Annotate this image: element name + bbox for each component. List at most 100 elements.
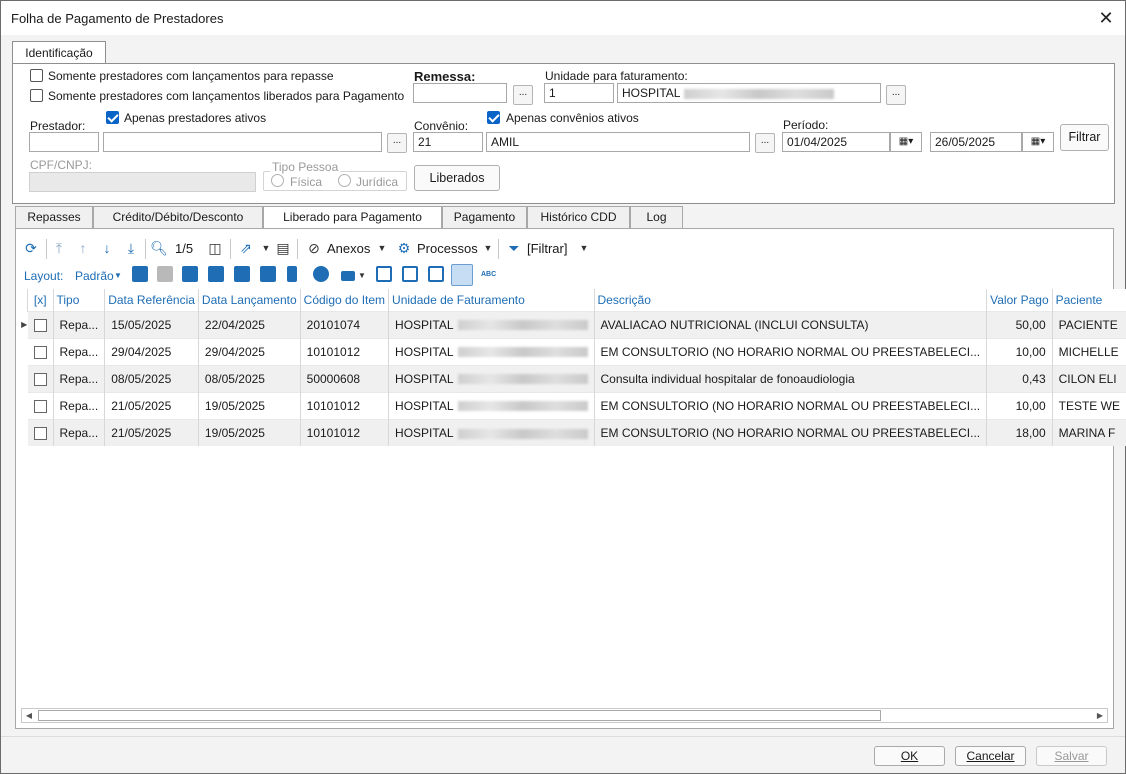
col-tipo[interactable]: Tipo (53, 289, 106, 311)
tab-log[interactable]: Log (630, 206, 683, 229)
prestador-code-input[interactable] (29, 132, 99, 152)
col-valor-pago[interactable]: Valor Pago (986, 289, 1053, 311)
table-row[interactable]: Repa... 29/04/2025 29/04/2025 10101012 H… (21, 337, 1126, 365)
table-row[interactable]: ▶ Repa... 15/05/2025 22/04/2025 20101074… (21, 310, 1126, 338)
chevron-down-icon[interactable]: ▼ (114, 271, 122, 280)
row-checkbox-cell[interactable] (27, 391, 54, 419)
row-checkbox-cell[interactable] (27, 337, 54, 365)
previous-icon[interactable]: ↑ (74, 237, 92, 259)
table-row[interactable]: Repa... 21/05/2025 19/05/2025 10101012 H… (21, 391, 1126, 419)
row-middle-icon[interactable] (402, 266, 418, 282)
scroll-thumb[interactable] (38, 710, 881, 721)
close-icon[interactable]: ✕ (1095, 7, 1117, 29)
row-checkbox-cell[interactable] (27, 310, 54, 338)
periodo-inicio-input[interactable]: 01/04/2025 (782, 132, 890, 152)
filtrar-button[interactable]: Filtrar (1060, 124, 1109, 151)
convenio-name-input[interactable]: AMIL (486, 132, 750, 152)
export-icon[interactable]: ⇗ (237, 237, 255, 259)
chevron-down-icon[interactable]: ▼ (257, 237, 275, 259)
col-paciente[interactable]: Paciente (1052, 289, 1126, 311)
document-icon[interactable]: ▤ (274, 237, 292, 259)
chevron-down-icon[interactable]: ▼ (479, 237, 497, 259)
row-bottom-icon[interactable] (376, 266, 392, 282)
first-icon[interactable]: ⤒ (50, 237, 68, 259)
checkbox-apenas-convenios[interactable] (487, 111, 500, 124)
move-down-icon[interactable] (234, 266, 250, 282)
refresh-icon[interactable]: ⟳ (22, 237, 40, 259)
row-top-icon[interactable] (428, 266, 444, 282)
col-data-lancamento[interactable]: Data Lançamento (198, 289, 301, 311)
col-select[interactable]: [x] (27, 289, 54, 311)
layout-select[interactable]: Padrão (75, 269, 114, 283)
row-checkbox[interactable] (33, 426, 47, 440)
checkbox-somente-liberados[interactable] (30, 89, 43, 102)
ok-button[interactable]: OK (874, 746, 945, 766)
prestador-lookup-button[interactable]: ... (387, 133, 407, 153)
unidade-name-input[interactable]: HOSPITAL (617, 83, 881, 103)
add-row-icon[interactable] (132, 266, 148, 282)
col-unidade-faturamento[interactable]: Unidade de Faturamento (388, 289, 595, 311)
liberados-button[interactable]: Liberados (414, 165, 500, 191)
row-checkbox[interactable] (33, 318, 47, 332)
convenio-code-input[interactable]: 21 (413, 132, 483, 152)
last-icon[interactable]: ⤓ (122, 237, 140, 259)
col-descricao[interactable]: Descrição (594, 289, 988, 311)
search-icon[interactable]: 🔍︎ (150, 237, 168, 259)
columns-icon[interactable]: ◫ (206, 237, 224, 259)
unidade-lookup-button[interactable]: ... (886, 85, 906, 105)
convenio-lookup-button[interactable]: ... (755, 133, 775, 153)
next-icon[interactable]: ↓ (98, 237, 116, 259)
filter-icon[interactable]: ⏷ (505, 237, 523, 259)
checkbox-apenas-prestadores[interactable] (106, 111, 119, 124)
calendar-dropdown-icon[interactable]: ▦▾ (1022, 132, 1054, 152)
row-checkbox-cell[interactable] (27, 364, 54, 392)
horizontal-scrollbar[interactable]: ◀ ▶ (21, 708, 1108, 723)
gear-icon[interactable]: ⚙ (395, 237, 413, 259)
cpf-input[interactable] (29, 172, 256, 192)
tab-pagamento[interactable]: Pagamento (442, 206, 527, 229)
abc-icon[interactable]: ABC (481, 271, 496, 278)
unidade-code-input[interactable]: 1 (544, 83, 614, 103)
chart-icon[interactable] (341, 271, 355, 281)
cell-data-referencia: 08/05/2025 (104, 364, 199, 392)
anexos-menu[interactable]: Anexos (327, 241, 370, 256)
col-data-referencia[interactable]: Data Referência (104, 289, 199, 311)
pin-down-icon[interactable] (287, 266, 297, 282)
row-striped-icon[interactable] (451, 264, 473, 286)
row-checkbox[interactable] (33, 399, 47, 413)
tab-liberado-pagamento[interactable]: Liberado para Pagamento (263, 206, 442, 230)
periodo-fim-input[interactable]: 26/05/2025 (930, 132, 1022, 152)
col-codigo-item[interactable]: Código do Item (300, 289, 390, 311)
scroll-right-icon[interactable]: ▶ (1093, 709, 1107, 722)
cell-data-lancamento: 19/05/2025 (198, 418, 301, 446)
paperclip-icon[interactable]: ⊘ (305, 237, 323, 259)
checkbox-somente-repasse[interactable] (30, 69, 43, 82)
calendar-dropdown-icon[interactable]: ▦▾ (890, 132, 922, 152)
edit-row-icon[interactable] (182, 266, 198, 282)
prestador-name-input[interactable] (103, 132, 382, 152)
row-checkbox[interactable] (33, 345, 47, 359)
label-periodo: Período: (783, 118, 829, 132)
filtrar-menu[interactable]: [Filtrar] (527, 241, 567, 256)
remessa-input[interactable] (413, 83, 507, 103)
cancel-button[interactable]: Cancelar (955, 746, 1026, 766)
remessa-lookup-button[interactable]: ... (513, 85, 533, 105)
tab-historico-cdd[interactable]: Histórico CDD (527, 206, 630, 229)
chevron-down-icon[interactable]: ▼ (358, 271, 366, 280)
tab-repasses[interactable]: Repasses (15, 206, 93, 229)
tab-identificacao[interactable]: Identificação (12, 41, 106, 64)
row-checkbox[interactable] (33, 372, 47, 386)
table-row[interactable]: Repa... 08/05/2025 08/05/2025 50000608 H… (21, 364, 1126, 392)
row-checkbox-cell[interactable] (27, 418, 54, 446)
move-up-icon[interactable] (208, 266, 224, 282)
processos-menu[interactable]: Processos (417, 241, 478, 256)
radio-juridica[interactable] (338, 174, 351, 187)
table-row[interactable]: Repa... 21/05/2025 19/05/2025 10101012 H… (21, 418, 1126, 446)
tab-credito-debito[interactable]: Crédito/Débito/Desconto (93, 206, 263, 229)
shapes-icon[interactable] (313, 266, 329, 282)
chevron-down-icon[interactable]: ▼ (373, 237, 391, 259)
radio-fisica[interactable] (271, 174, 284, 187)
scroll-left-icon[interactable]: ◀ (22, 709, 36, 722)
pin-icon[interactable] (260, 266, 276, 282)
chevron-down-icon[interactable]: ▼ (575, 237, 593, 259)
